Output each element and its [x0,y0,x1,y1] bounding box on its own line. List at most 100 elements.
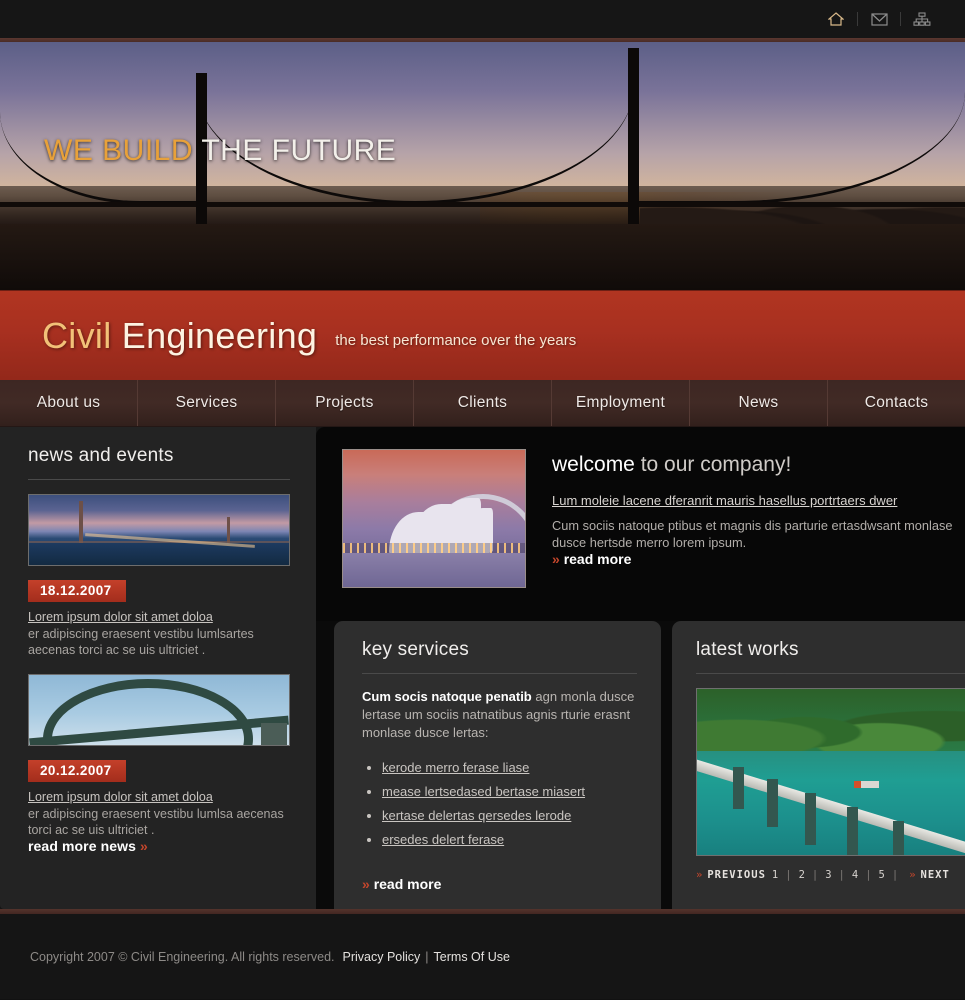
divider [362,673,637,674]
news-headline-link[interactable]: Lorem ipsum dolor sit amet doloa [28,790,290,804]
welcome-body-text: Cum sociis natoque ptibus et magnis dis … [552,518,953,550]
top-bar [0,0,965,38]
service-link: kerode merro ferase liase [382,760,530,775]
welcome-heading-rest: to our company! [634,453,792,476]
logo-word-civil: Civil [42,314,122,356]
main-content: news and events 18.12.2007 Lorem ipsum d… [0,427,965,909]
chevron-right-icon: » [140,838,148,854]
terms-of-use-link[interactable]: Terms Of Use [434,950,510,964]
welcome-read-more-link[interactable]: » read more [552,551,631,567]
lower-panels-row: key services Cum socis natoque penatib a… [316,621,965,909]
read-more-news-link[interactable]: read more news » [28,838,148,854]
shoreline-lights [343,543,525,553]
logo-word-engineering: Engineering [121,314,318,356]
privacy-policy-link[interactable]: Privacy Policy [343,950,421,964]
page-root: WE BUILD THE FUTURE Civil Engineering th… [0,0,965,1000]
divider: | [425,949,429,964]
home-icon[interactable] [821,8,851,30]
welcome-panel: welcome to our company! Lum moleie lacen… [316,427,965,621]
news-date-badge: 18.12.2007 [28,580,126,602]
copyright-text: Copyright 2007 © Civil Engineering. All … [30,949,335,964]
top-bar-icon-group [821,8,937,30]
pagination-page-1[interactable]: 1 [766,869,785,881]
news-item: 20.12.2007 Lorem ipsum dolor sit amet do… [28,674,290,838]
mail-icon[interactable] [864,8,894,30]
bridge-tower-right [628,48,639,248]
service-link: mease lertsedased bertase miasert [382,784,586,799]
hero-title: WE BUILD THE FUTURE [44,134,396,168]
key-services-read-more-link[interactable]: » read more [362,876,441,892]
welcome-heading-strong: welcome [552,453,635,476]
nav-item-about-us[interactable]: About us [0,380,138,426]
divider [900,12,901,26]
chevron-right-icon: » [909,869,917,881]
footer: Copyright 2007 © Civil Engineering. All … [0,914,965,999]
key-services-heading: key services [362,639,469,660]
brand-band: Civil Engineering the best performance o… [0,290,965,380]
latest-works-pagination: » PREVIOUS 1 | 2 | 3 | 4 | 5 | » NEXT [696,869,965,881]
nav-item-services[interactable]: Services [138,380,276,426]
divider: | [891,869,900,881]
pagination-page-3[interactable]: 3 [819,869,838,881]
news-body-text: er adipiscing eraesent vestibu lumlsarte… [28,627,254,657]
divider: | [838,869,846,881]
news-thumbnail-arch-bridge[interactable] [28,674,290,746]
service-link: ersedes delert ferase [382,832,505,847]
news-and-events-panel: news and events 18.12.2007 Lorem ipsum d… [0,427,316,909]
chevron-right-icon: » [362,876,370,892]
welcome-read-more-label: read more [563,551,632,567]
news-body-text: er adipiscing eraesent vestibu lumlsa ae… [28,807,284,837]
news-panel-heading: news and events [28,445,174,466]
tagline: the best performance over the years [335,332,577,349]
nav-item-contacts[interactable]: Contacts [828,380,965,426]
divider: | [785,869,793,881]
list-item[interactable]: ersedes delert ferase [382,832,637,847]
divider [28,479,290,480]
news-date-badge: 20.12.2007 [28,760,126,782]
service-link: kertase delertas qersedes lerode [382,808,572,823]
chevron-right-icon: » [552,551,560,567]
bridge-deck [0,202,965,207]
welcome-lead-link[interactable]: Lum moleie lacene dferanrit mauris hasel… [552,493,964,508]
key-services-intro-bold: Cum socis natoque penatib [362,689,532,704]
nav-item-projects[interactable]: Projects [276,380,414,426]
list-item[interactable]: kerode merro ferase liase [382,760,637,775]
nav-item-clients[interactable]: Clients [414,380,552,426]
nav-item-employment[interactable]: Employment [552,380,690,426]
harbour-water [343,553,525,587]
list-item[interactable]: mease lertsedased bertase miasert [382,784,637,799]
hero-water [0,224,965,290]
news-thumbnail-golden-gate[interactable] [28,494,290,566]
pagination-page-4[interactable]: 4 [846,869,865,881]
site-logo[interactable]: Civil Engineering [42,315,317,357]
key-services-list: kerode merro ferase liase mease lertseda… [382,760,637,847]
hero-banner: WE BUILD THE FUTURE [0,42,965,290]
latest-works-panel: latest works » PREVIOUS 1 | 2 | 3 | 4 | … [672,621,965,909]
divider: | [865,869,873,881]
hero-title-accent: WE BUILD [44,134,194,167]
news-item: 18.12.2007 Lorem ipsum dolor sit amet do… [28,494,290,658]
divider [857,12,858,26]
nav-item-news[interactable]: News [690,380,828,426]
pagination-next[interactable]: NEXT [921,869,950,881]
welcome-heading: welcome to our company! [552,453,964,477]
divider [696,673,965,674]
forest-backdrop [697,689,965,751]
list-item[interactable]: kertase delertas qersedes lerode [382,808,637,823]
pagination-previous[interactable]: PREVIOUS [707,869,766,881]
key-services-intro: Cum socis natoque penatib agn monla dusc… [362,688,637,742]
latest-works-heading: latest works [696,639,799,660]
latest-works-image-viaduct[interactable] [696,688,965,856]
right-column: welcome to our company! Lum moleie lacen… [316,427,965,909]
hero-title-rest: THE FUTURE [193,134,397,167]
key-services-read-more-label: read more [373,876,442,892]
key-services-panel: key services Cum socis natoque penatib a… [334,621,661,909]
read-more-news-label: read more news [28,838,136,854]
sitemap-icon[interactable] [907,8,937,30]
pagination-page-5[interactable]: 5 [873,869,892,881]
pagination-page-2[interactable]: 2 [793,869,812,881]
divider: | [811,869,820,881]
welcome-image-opera-house [342,449,526,588]
welcome-text-block: welcome to our company! Lum moleie lacen… [526,449,964,621]
news-headline-link[interactable]: Lorem ipsum dolor sit amet doloa [28,610,290,624]
